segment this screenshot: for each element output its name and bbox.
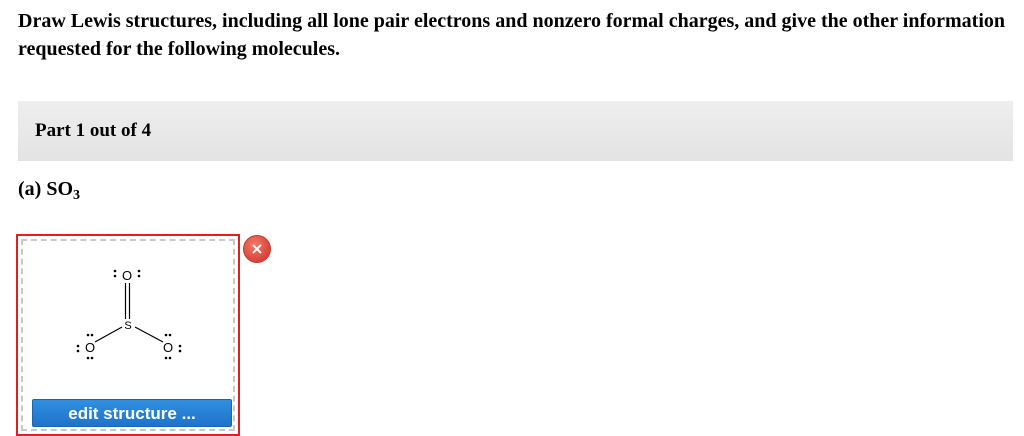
- edit-structure-button[interactable]: edit structure ...: [32, 399, 232, 427]
- atom-oxygen-right: O: [163, 340, 173, 355]
- question-label: (a) SO3: [18, 178, 80, 204]
- part-label: Part 1 out of 4: [35, 120, 152, 141]
- instructions-text: Draw Lewis structures, including all lon…: [18, 10, 1006, 60]
- atom-oxygen-top: O: [122, 268, 132, 283]
- atom-oxygen-left: O: [85, 340, 95, 355]
- structure-editor[interactable]: O S O O edit structure ...: [16, 234, 240, 436]
- single-bond-right: [134, 326, 164, 343]
- single-bond-left: [94, 326, 123, 343]
- question-subscript: 3: [73, 188, 80, 203]
- page: Draw Lewis structures, including all lon…: [0, 0, 1024, 436]
- atom-sulfur: S: [124, 320, 131, 332]
- question-prefix: (a) SO: [18, 178, 73, 200]
- close-icon[interactable]: ×: [243, 235, 271, 263]
- lewis-structure-drawing: O S O O: [76, 268, 182, 360]
- part-header: Part 1 out of 4: [18, 101, 1013, 161]
